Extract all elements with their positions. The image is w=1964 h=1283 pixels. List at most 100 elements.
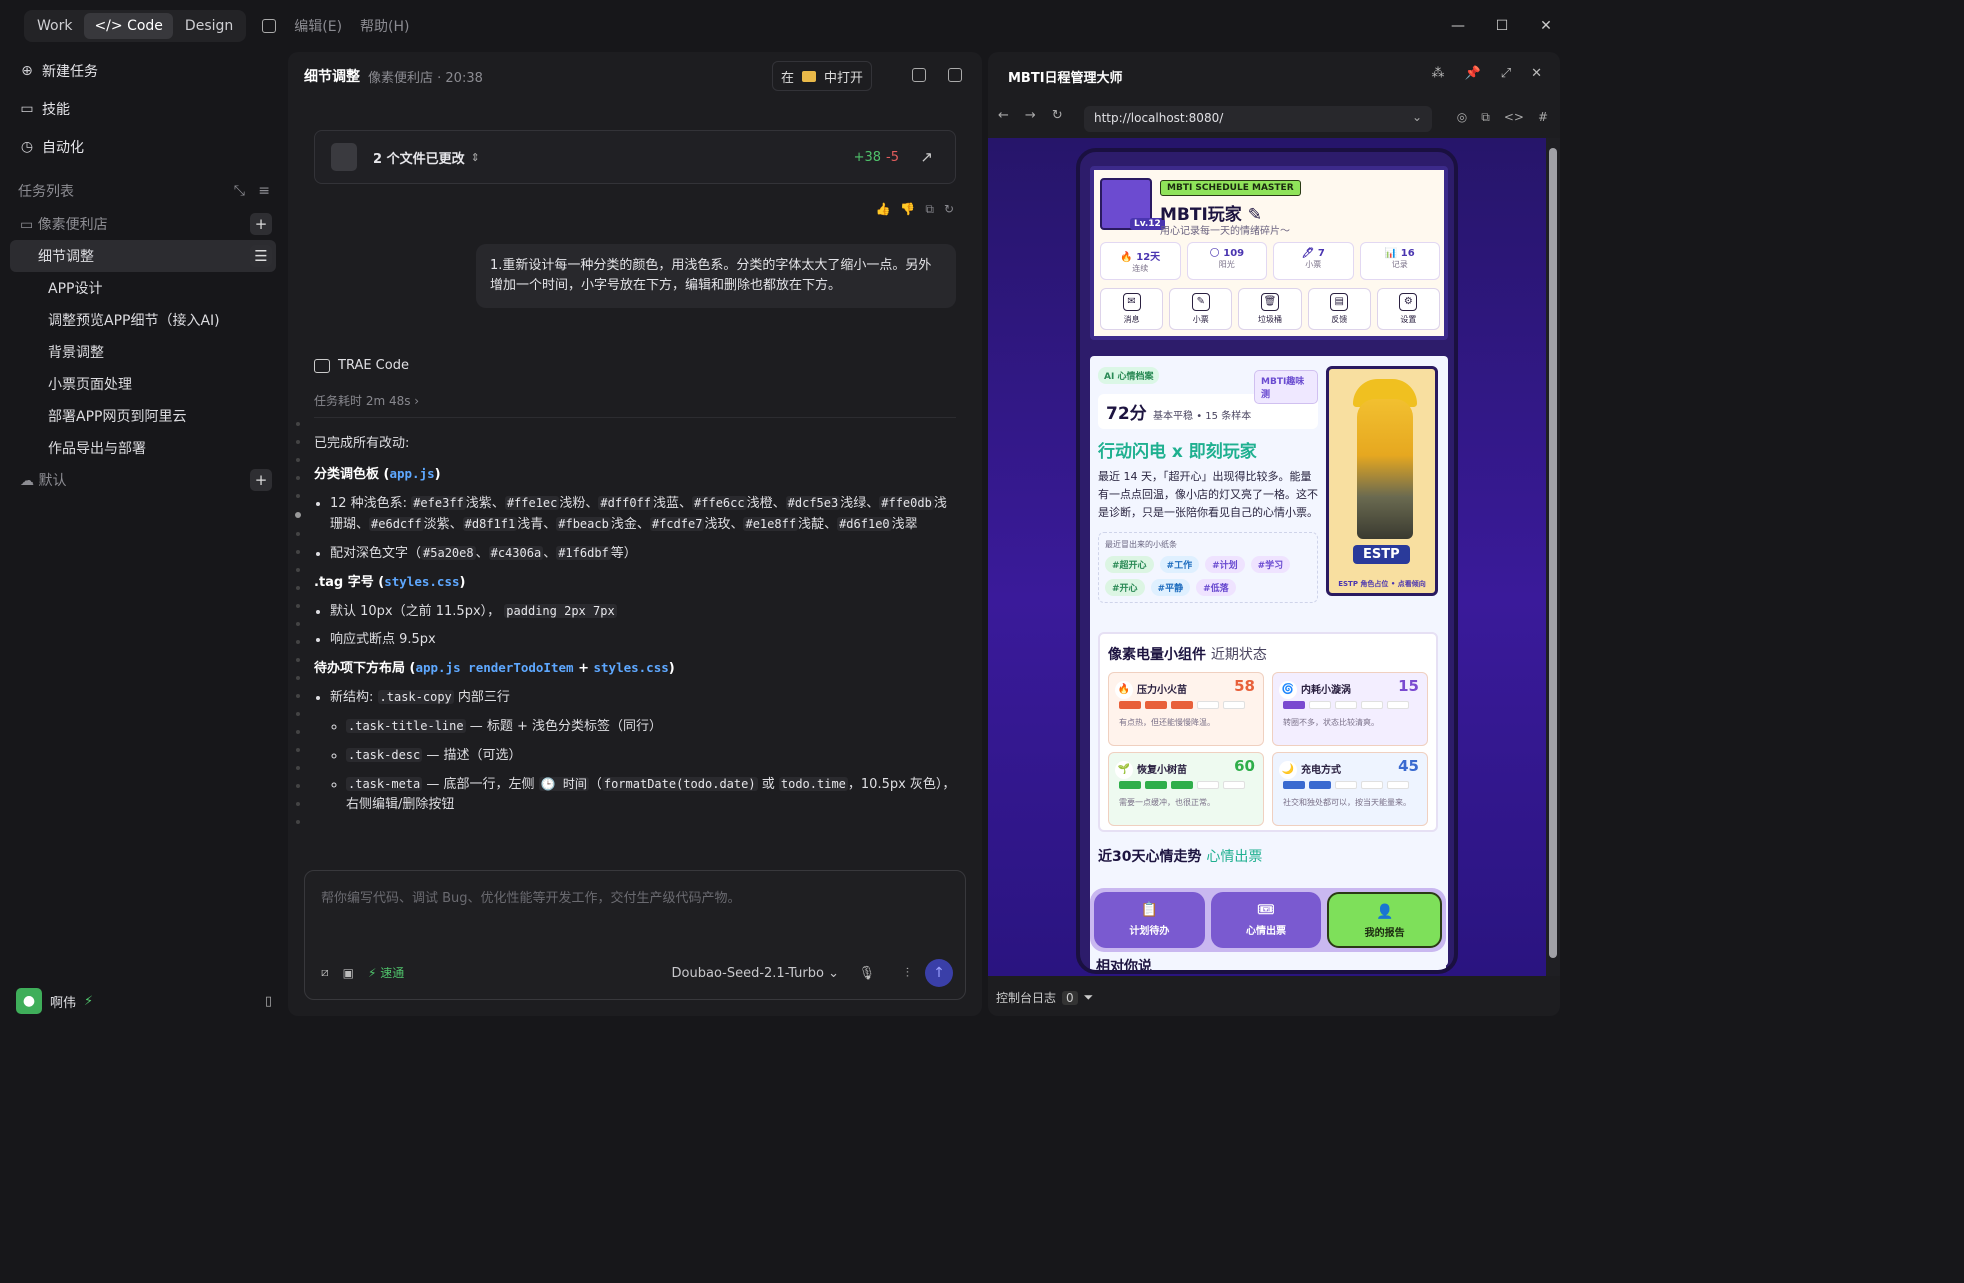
thumbs-down-icon[interactable]: 👎 [900, 202, 915, 217]
device-icon[interactable]: ⧉ [1481, 110, 1490, 125]
voice-wave-icon[interactable]: ⫶ [906, 966, 909, 981]
task-item[interactable]: 背景调整 [10, 336, 276, 368]
tab-my-report[interactable]: 👤 我的报告 [1327, 892, 1443, 948]
refresh-icon[interactable]: ↻ [944, 202, 954, 217]
chat-input-box[interactable]: 帮你编写代码、调试 Bug、优化性能等开发工作，交付生产级代码产物。 ⧄ ▣ ⚡… [304, 870, 966, 1000]
mbti-test-button[interactable]: MBTI趣味测 [1254, 370, 1318, 404]
sidebar-toggle-icon[interactable] [262, 19, 277, 33]
stat-tickets[interactable]: 🖊 7 小票 [1273, 242, 1354, 280]
mbti-character-card[interactable]: ESTP ESTP 角色占位 • 点看倾向 [1326, 366, 1438, 596]
thumbs-up-icon[interactable]: 👍 [875, 202, 890, 217]
energy-cell[interactable]: 🌱 恢复小树苗 60 需要一点缓冲，也很正常。 [1108, 752, 1264, 826]
energy-cell[interactable]: 🔥 压力小火苗 58 有点热，但还能慢慢降温。 [1108, 672, 1264, 746]
mood-tag[interactable]: #工作 [1159, 556, 1200, 573]
elapsed-label: 任务耗时 2m 48s [314, 394, 411, 408]
color-code: #d8f1f1 [462, 517, 518, 531]
clipboard-icon: 📋 [1140, 902, 1159, 918]
mood-tag[interactable]: #开心 [1105, 579, 1145, 596]
mood-tag[interactable]: #学习 [1250, 556, 1291, 573]
tab-mood-ticket[interactable]: 🎟 心情出票 [1210, 892, 1322, 948]
phone-icon[interactable]: ▯ [265, 994, 272, 1009]
messages-button[interactable]: ✉ 消息 [1100, 288, 1164, 330]
chevron-down-icon[interactable]: ⌄ [1412, 110, 1422, 124]
maximize-icon[interactable]: ☐ [1480, 0, 1524, 52]
filter-icon[interactable]: ⏷ [1084, 990, 1094, 1005]
task-item[interactable]: APP设计 [10, 272, 276, 304]
task-item[interactable]: 部署APP网页到阿里云 [10, 400, 276, 432]
url-bar[interactable]: http://localhost:8080/ ⌄ [1084, 106, 1432, 132]
hash-icon[interactable]: # [1538, 110, 1548, 125]
close-icon[interactable]: ✕ [1531, 66, 1542, 81]
task-item[interactable]: 作品导出与部署 [10, 432, 276, 464]
reload-icon[interactable]: ↻ [1052, 108, 1063, 123]
files-changed-card[interactable]: 2 个文件已更改 ⇕ +38 -5 ↗ [314, 130, 956, 184]
target-icon[interactable]: ◎ [1457, 110, 1467, 125]
trash-button[interactable]: 🗑 垃圾桶 [1238, 288, 1302, 330]
close-icon[interactable]: ✕ [1524, 0, 1568, 52]
inspect-icon[interactable]: ⁂ [1432, 66, 1445, 81]
collapse-filter-icons[interactable]: ⤡ ≡ [234, 183, 270, 199]
color-name: 浅玫 [704, 517, 731, 532]
copy-icon[interactable]: ⧉ [925, 202, 934, 217]
feedback-button[interactable]: ▤ 反馈 [1307, 288, 1371, 330]
chevron-updown-icon[interactable]: ⇕ [471, 151, 480, 164]
energy-cell[interactable]: 🌙 充电方式 45 社交和独处都可以，按当天能量来。 [1272, 752, 1428, 826]
sidebar-item-new-task[interactable]: ⊕ 新建任务 [0, 52, 288, 90]
stat-records[interactable]: 📊 16 记录 [1359, 242, 1440, 280]
back-icon[interactable]: ← [998, 108, 1009, 123]
outline-icon[interactable] [948, 68, 962, 82]
mood-tag[interactable]: #计划 [1205, 556, 1245, 573]
folder-default[interactable]: ☁ 默认 + [0, 464, 288, 496]
console-bar[interactable]: 控制台日志 0 ⏷ [996, 989, 1093, 1006]
console-count: 0 [1062, 990, 1078, 1005]
tickets-button[interactable]: ✎ 小票 [1169, 288, 1233, 330]
add-task-button[interactable]: + [250, 213, 272, 235]
user-profile[interactable]: ● 啊伟 ⚡ ▯ [16, 988, 272, 1014]
pin-icon[interactable]: 📌 [1465, 66, 1481, 81]
open-external-icon[interactable]: ↗ [920, 148, 933, 166]
settings-button[interactable]: ⚙ 设置 [1376, 288, 1441, 330]
task-list-icon[interactable]: ☰ [250, 245, 272, 267]
minimize-icon[interactable]: — [1436, 0, 1480, 52]
chat-input-placeholder[interactable]: 帮你编写代码、调试 Bug、优化性能等开发工作，交付生产级代码产物。 [321, 887, 741, 906]
file-link[interactable]: styles.css [384, 574, 459, 589]
add-task-button[interactable]: + [250, 469, 272, 491]
menu-help[interactable]: 帮助(H) [360, 16, 409, 36]
sidebar-item-automation[interactable]: ◷ 自动化 [0, 128, 288, 166]
code-icon[interactable]: <> [1504, 110, 1524, 125]
terminal-icon[interactable] [912, 68, 926, 82]
tab-code[interactable]: </> Code [84, 13, 173, 39]
mood-tag[interactable]: #超开心 [1105, 556, 1154, 573]
task-item-selected[interactable]: 细节调整 ☰ [10, 240, 276, 272]
file-link[interactable]: app.js renderTodoItem [415, 660, 573, 675]
mood-tag[interactable]: #平静 [1150, 579, 1191, 596]
file-link[interactable]: app.js [389, 466, 434, 481]
color-code: #e6dcff [369, 517, 424, 531]
mood-tag[interactable]: #低落 [1196, 579, 1236, 596]
file-link[interactable]: styles.css [594, 660, 669, 675]
menu-edit[interactable]: 编辑(E) [294, 16, 342, 36]
expand-icon[interactable]: ⤢ [1501, 66, 1511, 81]
tab-plans[interactable]: 📋 计划待办 [1094, 892, 1205, 948]
open-in-folder-button[interactable]: 在 中打开 [771, 61, 872, 91]
energy-cell[interactable]: 🌀 内耗小漩涡 15 转圈不多，状态比较清爽。 [1272, 672, 1428, 746]
sidebar-item-skills[interactable]: ▭ 技能 [0, 90, 288, 128]
tab-work[interactable]: Work [27, 13, 82, 39]
tab-design[interactable]: Design [175, 13, 243, 39]
task-elapsed[interactable]: 任务耗时 2m 48s › [314, 392, 956, 418]
image-upload-icon[interactable]: ▣ [343, 966, 354, 980]
mbti-type-label: ESTP [1353, 545, 1410, 564]
folder-pixel-store[interactable]: ▭ 像素便利店 + [0, 208, 288, 240]
stat-streak[interactable]: 🔥 12天 连续 [1100, 242, 1181, 280]
stat-sunshine[interactable]: 🌕 109 阳光 [1186, 242, 1267, 280]
model-selector[interactable]: Doubao-Seed-2.1-Turbo ⌄ [672, 966, 839, 981]
fast-mode-toggle[interactable]: ⚡ 速通 [368, 964, 404, 981]
forward-icon[interactable]: → [1025, 108, 1036, 123]
slash-command-icon[interactable]: ⧄ [321, 965, 329, 980]
task-item[interactable]: 调整预览APP细节（接入AI) [10, 304, 276, 336]
send-button[interactable]: ↑ [925, 959, 953, 987]
mic-icon[interactable]: 🎙 [858, 966, 875, 981]
scrollbar-thumb[interactable] [1549, 148, 1557, 958]
scrollbar[interactable] [1546, 138, 1560, 976]
task-item[interactable]: 小票页面处理 [10, 368, 276, 400]
